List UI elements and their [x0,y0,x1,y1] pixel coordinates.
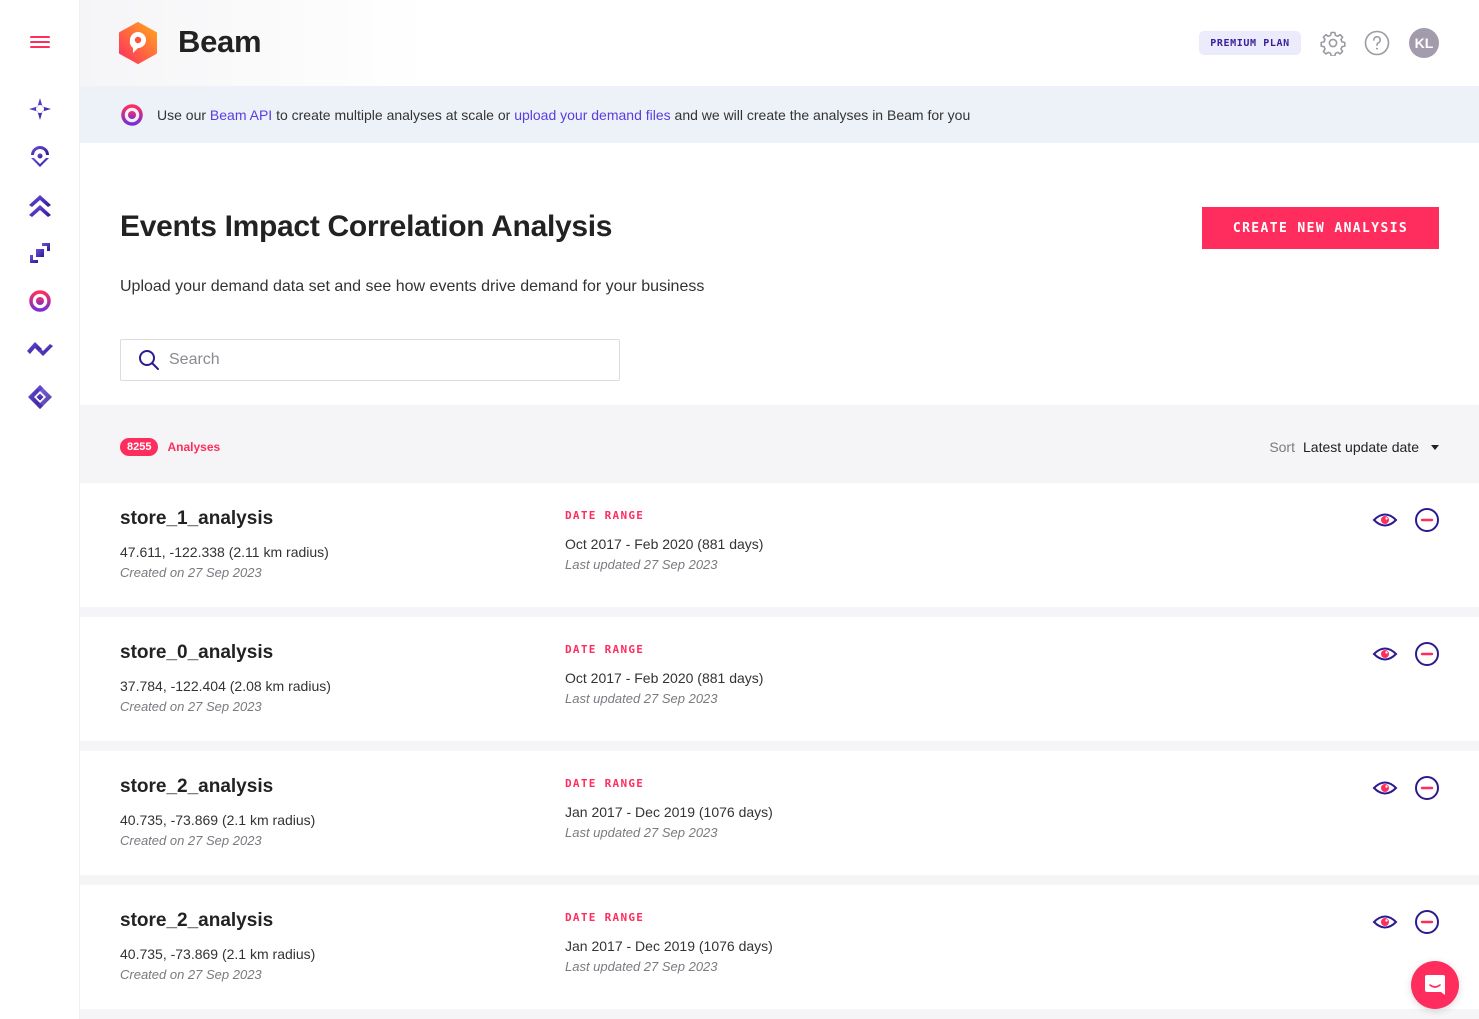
last-updated: Last updated 27 Sep 2023 [565,959,718,974]
search-icon [139,350,159,370]
view-eye-icon[interactable] [1372,775,1398,801]
analysis-created-date: Created on 27 Sep 2023 [120,967,262,982]
search-box [120,339,620,381]
date-range-label: DATE RANGE [565,911,645,924]
page-subtitle: Upload your demand data set and see how … [120,278,705,295]
banner-text: to create multiple analyses at scale or [272,106,515,123]
sidebar-item-location[interactable] [26,143,54,171]
sidebar-item-sparkle[interactable] [26,95,54,123]
brand-name: Beam [178,24,262,59]
diamond-icon [28,385,52,409]
sidebar-item-chevrons[interactable] [26,192,54,220]
target-icon [29,290,51,312]
remove-icon[interactable] [1414,775,1440,801]
analysis-location: 40.735, -73.869 (2.1 km radius) [120,946,316,962]
sidebar-item-target[interactable] [26,287,54,315]
remove-icon[interactable] [1414,641,1440,667]
sparkle-icon [29,98,51,120]
remove-icon[interactable] [1414,507,1440,533]
analysis-created-date: Created on 27 Sep 2023 [120,699,262,714]
sidebar [0,0,80,1019]
analysis-created-date: Created on 27 Sep 2023 [120,565,262,580]
chat-icon [1425,975,1445,995]
analysis-name[interactable]: store_1_analysis [120,508,273,530]
analyses-count: 8255 Analyses [120,438,220,456]
sidebar-item-layers[interactable] [26,239,54,267]
remove-icon[interactable] [1414,909,1440,935]
settings-gear-icon[interactable] [1320,30,1346,56]
analysis-card[interactable]: store_2_analysis 40.735, -73.869 (2.1 km … [80,885,1479,1009]
analysis-name[interactable]: store_2_analysis [120,776,273,798]
info-banner: Use our Beam API to create multiple anal… [80,86,1479,143]
date-range-value: Jan 2017 - Dec 2019 (1076 days) [565,804,773,820]
last-updated: Last updated 27 Sep 2023 [565,557,718,572]
sort-dropdown[interactable]: Sort Latest update date [1269,439,1439,455]
sort-label: Sort [1269,439,1295,455]
location-pin-icon [31,146,49,167]
date-range-label: DATE RANGE [565,509,645,522]
date-range-value: Jan 2017 - Dec 2019 (1076 days) [565,938,773,954]
banner-text: and we will create the analyses in Beam … [670,106,971,123]
analysis-name[interactable]: store_2_analysis [120,910,273,932]
view-eye-icon[interactable] [1372,641,1398,667]
view-eye-icon[interactable] [1372,909,1398,935]
analysis-location: 37.784, -122.404 (2.08 km radius) [120,678,331,694]
beam-logo-icon[interactable] [118,22,158,64]
beam-api-link[interactable]: Beam API [210,107,272,123]
analyses-list: 8255 Analyses Sort Latest update date st… [80,405,1479,1019]
last-updated: Last updated 27 Sep 2023 [565,691,718,706]
user-avatar[interactable]: KL [1409,28,1439,58]
analysis-location: 40.735, -73.869 (2.1 km radius) [120,812,316,828]
sidebar-item-wave[interactable] [26,335,54,363]
target-icon [121,103,143,126]
sort-value[interactable]: Latest update date [1303,439,1419,455]
sidebar-item-diamond[interactable] [26,383,54,411]
date-range-value: Oct 2017 - Feb 2020 (881 days) [565,670,764,686]
view-eye-icon[interactable] [1372,507,1398,533]
plan-badge[interactable]: PREMIUM PLAN [1199,31,1301,55]
page-title: Events Impact Correlation Analysis [120,210,613,243]
wave-icon [27,342,53,356]
analysis-location: 47.611, -122.338 (2.11 km radius) [120,544,329,560]
date-range-label: DATE RANGE [565,643,645,656]
menu-icon[interactable] [30,36,50,50]
banner-text: Use our [157,106,210,123]
analysis-card[interactable]: store_0_analysis 37.784, -122.404 (2.08 k… [80,617,1479,741]
top-header: Beam PREMIUM PLAN KL [80,0,1479,86]
search-input[interactable] [169,351,589,369]
analysis-created-date: Created on 27 Sep 2023 [120,833,262,848]
date-range-label: DATE RANGE [565,777,645,790]
date-range-value: Oct 2017 - Feb 2020 (881 days) [565,536,764,552]
double-chevron-up-icon [29,195,51,217]
caret-down-icon[interactable] [1431,444,1439,450]
layers-icon [30,243,50,263]
help-icon[interactable] [1364,30,1390,56]
analysis-card[interactable]: store_1_analysis 47.611, -122.338 (2.11 k… [80,483,1479,607]
analysis-name[interactable]: store_0_analysis [120,642,273,664]
chat-launcher-button[interactable] [1411,961,1459,1009]
upload-demand-files-link[interactable]: upload your demand files [514,107,670,123]
last-updated: Last updated 27 Sep 2023 [565,825,718,840]
count-label: Analyses [167,440,221,454]
create-new-analysis-button[interactable]: CREATE NEW ANALYSIS [1202,207,1439,249]
count-badge: 8255 [120,438,159,456]
analysis-card[interactable]: store_2_analysis 40.735, -73.869 (2.1 km … [80,751,1479,875]
